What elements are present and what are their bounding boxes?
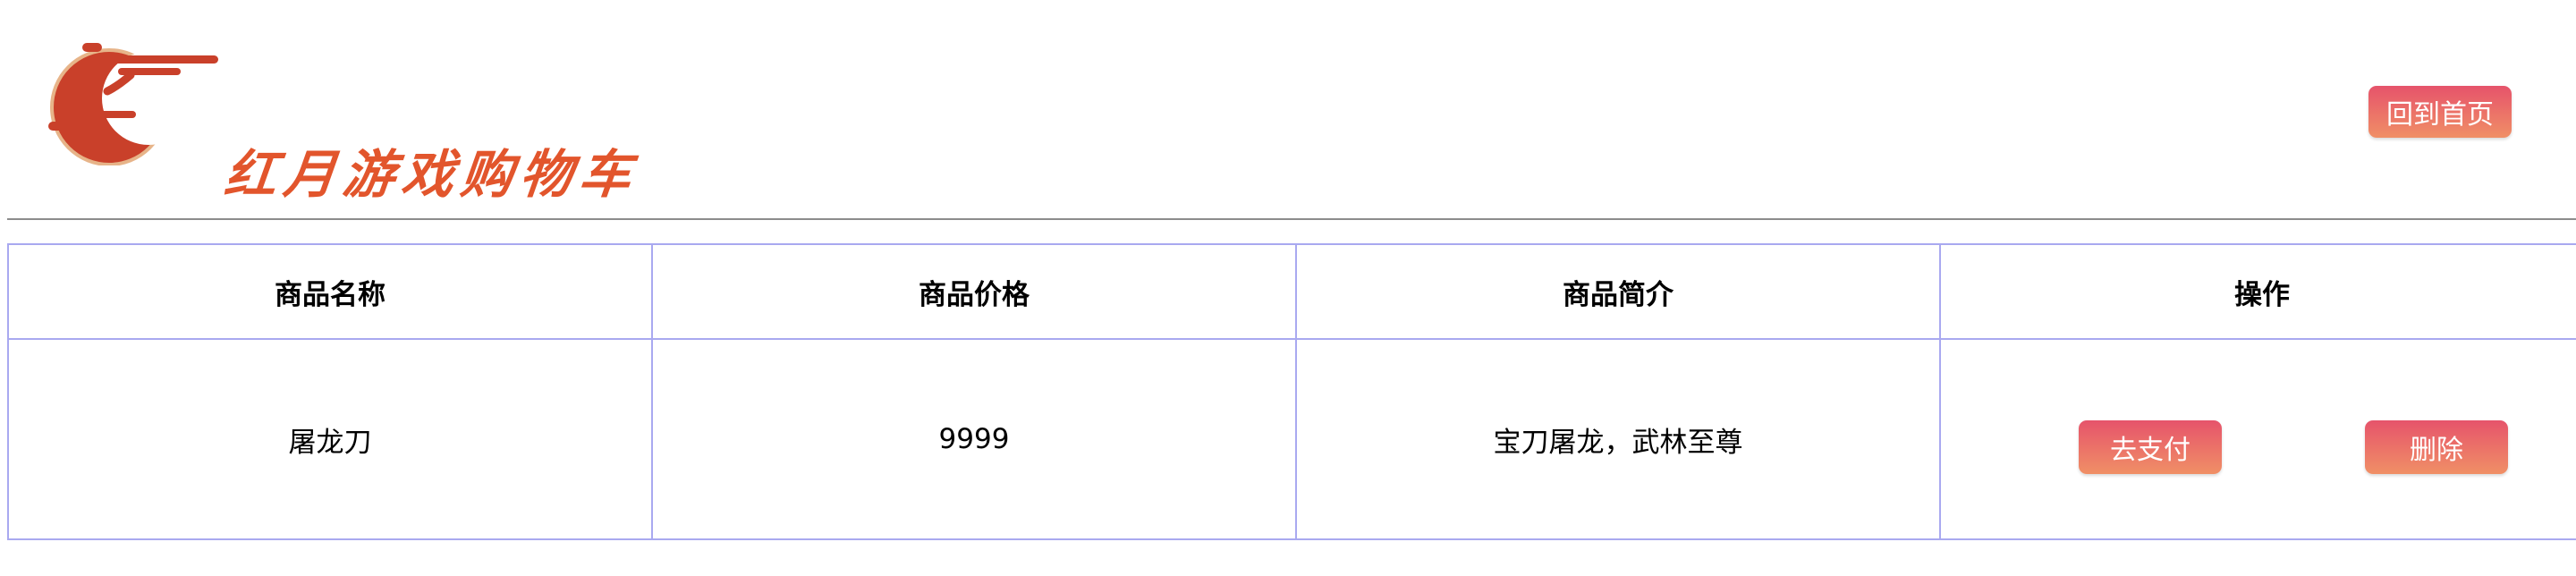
back-to-home-button[interactable]: 回到首页 — [2368, 86, 2512, 138]
cart-table-header: 商品名称 商品价格 商品简介 操作 — [7, 243, 2576, 340]
column-header-actions: 操作 — [1939, 243, 2576, 340]
cell-product-name: 屠龙刀 — [7, 338, 653, 540]
table-header-row: 商品名称 商品价格 商品简介 操作 — [7, 243, 2576, 340]
cell-product-price: 9999 — [651, 338, 1297, 540]
cart-table: 商品名称 商品价格 商品简介 操作 屠龙刀 9999 宝刀屠龙，武林至尊 去支付… — [7, 243, 2576, 540]
column-header-product-price: 商品价格 — [651, 243, 1297, 340]
cell-product-description: 宝刀屠龙，武林至尊 — [1295, 338, 1941, 540]
table-row: 屠龙刀 9999 宝刀屠龙，武林至尊 去支付 删除 — [7, 338, 2576, 540]
page-header: 红月游戏购物车 回到首页 — [0, 0, 2576, 220]
brand-title: 红月游戏购物车 — [221, 144, 642, 205]
column-header-product-name: 商品名称 — [7, 243, 653, 340]
pay-button[interactable]: 去支付 — [2079, 420, 2222, 474]
header-divider — [7, 218, 2576, 220]
column-header-product-description: 商品简介 — [1295, 243, 1941, 340]
cell-actions: 去支付 删除 — [1939, 338, 2576, 540]
red-moon-cloud-logo-icon — [48, 43, 218, 165]
delete-button[interactable]: 删除 — [2365, 420, 2508, 474]
